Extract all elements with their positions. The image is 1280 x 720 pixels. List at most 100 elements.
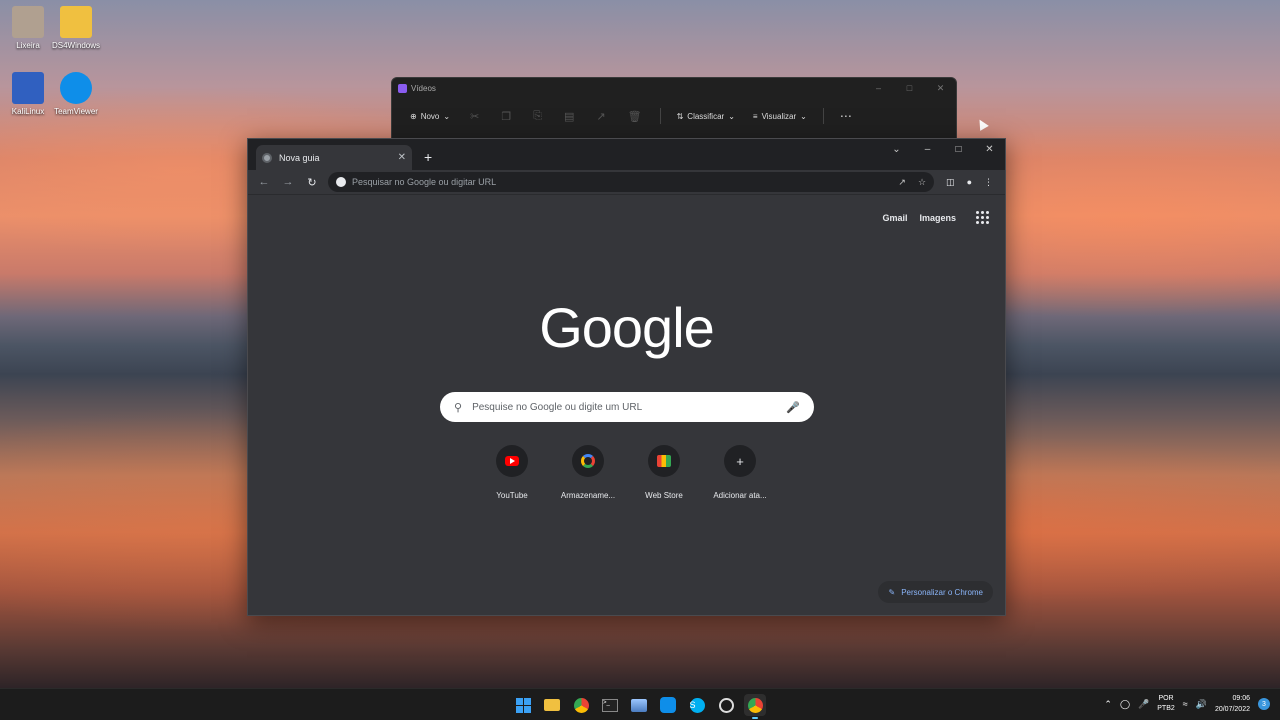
explorer-titlebar: Vídeos – □ ✕ xyxy=(392,78,956,98)
tab-search-chevron-icon[interactable]: ⌄ xyxy=(881,144,912,155)
teamviewer-taskbar[interactable] xyxy=(657,694,679,716)
chevron-down-icon: ⌄ xyxy=(800,111,807,121)
chrome-active-taskbar[interactable] xyxy=(744,694,766,719)
maximize-button[interactable]: □ xyxy=(894,83,925,94)
desktop-icon-teamviewer[interactable]: TeamViewer xyxy=(48,72,104,116)
shortcut-label: Web Store xyxy=(645,491,683,500)
language-indicator[interactable]: POR PTB2 xyxy=(1157,694,1175,714)
virtualbox-icon xyxy=(12,72,44,104)
start-button[interactable] xyxy=(512,694,534,716)
rename-icon[interactable]: ▤ xyxy=(556,110,582,123)
close-button[interactable]: ✕ xyxy=(925,83,956,94)
notification-badge[interactable]: 3 xyxy=(1258,698,1270,710)
obs-taskbar[interactable] xyxy=(715,694,737,716)
chrome-window: Nova guia ✕ + ⌄ – □ ✕ ← → ↻ Pesquisar no… xyxy=(247,138,1006,616)
wifi-icon[interactable]: ≈ xyxy=(1183,699,1188,709)
chevron-up-icon[interactable]: ⌃ xyxy=(1104,699,1112,710)
view-button[interactable]: ≡ Visualizar ⌄ xyxy=(747,112,813,121)
new-tab-button[interactable]: + xyxy=(424,149,432,165)
chrome-taskbar[interactable] xyxy=(570,694,592,716)
forward-arrow-icon[interactable]: → xyxy=(278,176,298,188)
omnibox[interactable]: Pesquisar no Google ou digitar URL ↗ ☆ xyxy=(328,172,935,192)
minimize-button[interactable]: – xyxy=(863,83,894,94)
photos-icon xyxy=(631,698,647,712)
shortcut-web-store[interactable]: Web Store xyxy=(629,445,699,500)
shortcut-label: Armazename... xyxy=(560,491,616,500)
maximize-button[interactable]: □ xyxy=(943,144,974,155)
desktop-icon-ds4windows[interactable]: DS4Windows xyxy=(48,6,104,50)
delete-icon[interactable]: 🗑 xyxy=(620,110,650,123)
customize-chrome-button[interactable]: ✎ Personalizar o Chrome xyxy=(878,581,993,603)
search-placeholder: Pesquise no Google ou digite um URL xyxy=(472,401,643,413)
profile-icon[interactable]: ● xyxy=(967,177,972,188)
windows-logo-icon xyxy=(515,697,531,713)
tab-nova-guia[interactable]: Nova guia ✕ xyxy=(256,145,412,170)
shortcut-armazenamento[interactable]: Armazename... xyxy=(553,445,623,500)
plus-icon: + xyxy=(736,453,744,469)
search-box[interactable]: ⚲ Pesquise no Google ou digite um URL 🎤 xyxy=(440,392,814,422)
videos-folder-icon xyxy=(398,83,407,93)
shortcut-youtube[interactable]: YouTube xyxy=(477,445,547,500)
youtube-icon xyxy=(505,456,519,466)
terminal-taskbar[interactable]: >_ xyxy=(599,694,621,716)
taskbar-apps: >_ S xyxy=(512,694,766,719)
desktop-icon-label: DS4Windows xyxy=(51,41,100,50)
sort-icon: ⇅ xyxy=(676,111,684,121)
terminal-icon: >_ xyxy=(602,698,618,712)
desktop-icon-label: TeamViewer xyxy=(54,107,98,116)
menu-kebab-icon[interactable]: ⋮ xyxy=(984,177,993,188)
close-button[interactable]: ✕ xyxy=(974,144,1005,155)
cut-icon[interactable]: ✂ xyxy=(462,110,487,123)
taskbar: >_ S ⌃ ◯ 🎤 POR PTB2 ≈ 🔊 09:06 20/07/2022… xyxy=(0,688,1280,720)
photos-taskbar[interactable] xyxy=(628,694,650,716)
folder-icon xyxy=(60,6,92,38)
skype-taskbar[interactable]: S xyxy=(686,694,708,716)
shortcut-label: YouTube xyxy=(496,491,528,500)
more-options-button[interactable]: ⋯ xyxy=(834,109,858,123)
more-horizontal-icon: ⋯ xyxy=(839,109,852,123)
gmail-link[interactable]: Gmail xyxy=(882,213,907,223)
google-logo: Google xyxy=(539,296,715,359)
back-arrow-icon[interactable]: ← xyxy=(254,176,274,188)
view-list-icon: ≡ xyxy=(752,111,758,121)
shortcuts-row: YouTube Armazename... Web Store + Adicio… xyxy=(477,445,775,500)
teamviewer-icon xyxy=(660,697,676,713)
volume-icon[interactable]: 🔊 xyxy=(1196,699,1207,710)
file-explorer-taskbar[interactable] xyxy=(541,694,563,716)
chrome-icon xyxy=(573,697,589,713)
google-icon xyxy=(581,454,595,468)
share-icon[interactable]: ↗ xyxy=(898,177,906,188)
system-tray: ⌃ ◯ 🎤 POR PTB2 ≈ 🔊 09:06 20/07/2022 3 xyxy=(1104,693,1270,715)
share-icon[interactable]: ↗ xyxy=(588,110,613,123)
clock[interactable]: 09:06 20/07/2022 xyxy=(1215,693,1250,715)
obs-icon xyxy=(718,697,734,713)
microphone-icon[interactable]: 🎤 xyxy=(1138,699,1149,710)
microphone-icon[interactable]: 🎤 xyxy=(786,401,800,414)
recycle-bin-icon xyxy=(12,6,44,38)
new-button[interactable]: ⊕ Novo ⌄ xyxy=(404,112,456,121)
google-apps-icon[interactable] xyxy=(976,211,989,224)
folder-icon xyxy=(544,699,560,711)
minimize-button[interactable]: – xyxy=(912,144,943,155)
file-explorer-window: Vídeos – □ ✕ ⊕ Novo ⌄ ✂ ❐ ⎘ ▤ ↗ 🗑 ⇅ Clas… xyxy=(391,77,957,139)
reload-icon[interactable]: ↻ xyxy=(302,176,322,189)
teamviewer-icon xyxy=(60,72,92,104)
search-icon: ⚲ xyxy=(454,401,463,414)
bookmark-star-icon[interactable]: ☆ xyxy=(918,177,926,188)
sort-button[interactable]: ⇅ Classificar ⌄ xyxy=(671,112,741,121)
paste-icon[interactable]: ⎘ xyxy=(525,110,550,123)
explorer-title: Vídeos xyxy=(411,83,436,93)
images-link[interactable]: Imagens xyxy=(919,213,956,223)
copy-icon[interactable]: ❐ xyxy=(493,110,519,123)
shortcut-add[interactable]: + Adicionar ata... xyxy=(705,445,775,500)
tray-app-icon[interactable]: ◯ xyxy=(1120,699,1130,710)
skype-icon: S xyxy=(689,697,705,713)
new-tab-page: Gmail Imagens Google ⚲ Pesquise no Googl… xyxy=(248,194,1005,615)
chevron-down-icon: ⌄ xyxy=(728,111,735,121)
plus-circle-icon: ⊕ xyxy=(410,111,417,121)
explorer-toolbar: ⊕ Novo ⌄ ✂ ❐ ⎘ ▤ ↗ 🗑 ⇅ Classificar ⌄ ≡ V… xyxy=(392,98,956,134)
toolbar-divider xyxy=(659,108,661,124)
side-panel-icon[interactable]: ◫ xyxy=(946,177,955,188)
tab-close-icon[interactable]: ✕ xyxy=(398,152,406,163)
chrome-toolbar: ← → ↻ Pesquisar no Google ou digitar URL… xyxy=(248,170,1005,194)
